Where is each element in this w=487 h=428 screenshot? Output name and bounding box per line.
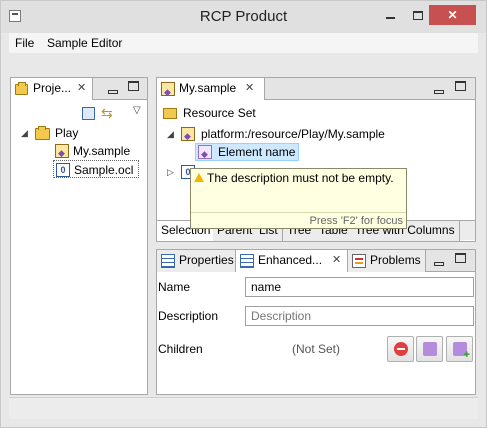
problems-icon [352,254,366,268]
resource-set-icon [163,108,177,119]
properties-icon [240,254,254,268]
remove-child-button[interactable] [387,336,414,362]
collapse-all-icon[interactable] [82,107,95,120]
sample-file-icon [181,127,195,145]
minimize-view-button[interactable] [108,85,118,97]
close-tab-icon[interactable]: ✕ [245,78,254,99]
add-child-button[interactable] [446,336,473,362]
menu-file[interactable]: File [15,36,34,50]
tree-item-element[interactable]: Element name [195,143,299,163]
app-window: RCP Product ✕ File Sample Editor Proje..… [0,0,487,428]
close-button[interactable]: ✕ [429,5,476,25]
expand-icon[interactable]: ◢ [167,125,174,143]
expand-collapsed-icon[interactable]: ▷ [167,163,174,181]
menu-sample-editor[interactable]: Sample Editor [47,36,122,50]
remove-icon [394,342,408,356]
maximize-view-button[interactable] [455,81,466,94]
validation-tooltip: The description must not be empty. Press… [190,168,407,229]
tab-my-sample[interactable]: My.sample ✕ [157,78,265,103]
menu-bar: File Sample Editor [9,33,478,53]
minimize-icon [385,16,395,19]
minimize-view-button[interactable] [434,257,444,269]
add-element-icon [453,342,470,361]
tab-project-explorer[interactable]: Proje... ✕ [11,78,93,100]
project-explorer-view: Proje... ✕ ⇆ ▽ ◢ Play My.sample 0 Sample… [10,77,148,395]
view-menu-icon[interactable]: ▽ [133,105,141,116]
maximize-icon [455,253,466,263]
children-value: (Not Set) [292,342,341,356]
maximize-button[interactable] [405,5,431,25]
properties-tabstrip: Properties Enhanced... ✕ Problems [157,250,475,272]
project-folder-icon [35,126,50,140]
tab-enhanced[interactable]: Enhanced... ✕ [236,250,348,272]
close-tab-icon[interactable]: ✕ [332,250,341,271]
expand-icon[interactable]: ◢ [21,124,28,142]
explorer-tabstrip: Proje... ✕ [11,78,147,100]
properties-icon [161,254,175,268]
close-icon: ✕ [447,8,458,22]
minimize-icon [434,262,444,266]
tab-properties[interactable]: Properties [157,250,236,272]
minimize-icon [434,90,444,94]
tooltip-divider [191,212,406,213]
tab-problems[interactable]: Problems [348,250,426,272]
name-label: Name [158,280,191,294]
tree-item-sample-ocl[interactable]: 0 Sample.ocl [53,160,139,178]
minimize-icon [108,90,118,94]
title-bar: RCP Product ✕ [1,1,486,33]
maximize-view-button[interactable] [455,253,466,266]
project-explorer-icon [15,82,28,95]
maximize-icon [455,81,466,91]
name-field[interactable]: name [245,277,474,297]
editor-tabstrip: My.sample ✕ [157,78,475,103]
sample-file-icon [55,144,69,162]
link-element-icon [423,342,437,356]
sample-file-icon [161,82,175,103]
children-label: Children [158,342,203,356]
warning-icon [194,173,204,182]
maximize-icon [413,11,423,21]
properties-view: Properties Enhanced... ✕ Problems Name n… [156,249,476,395]
link-child-button[interactable] [416,336,443,362]
minimize-view-button[interactable] [434,85,444,97]
ocl-file-icon: 0 [56,163,70,177]
description-field[interactable]: Description [245,306,474,326]
status-bar [9,397,478,419]
element-icon [198,145,212,163]
maximize-view-button[interactable] [128,81,139,94]
link-editor-icon[interactable]: ⇆ [101,105,113,122]
description-label: Description [158,309,219,323]
close-tab-icon[interactable]: ✕ [77,78,86,99]
minimize-button[interactable] [377,5,403,25]
maximize-icon [128,81,139,91]
